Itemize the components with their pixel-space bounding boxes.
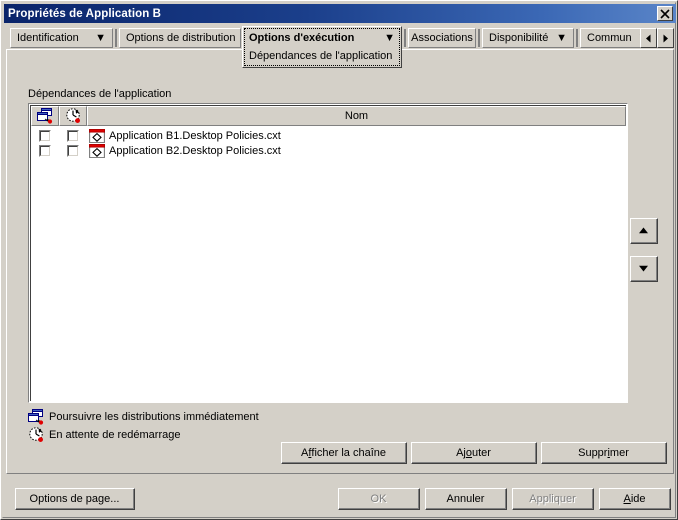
tab-identification-label: Identification (17, 32, 79, 44)
apply-button[interactable]: Appliquer (512, 488, 594, 510)
legend-item-continue-label: Poursuivre les distributions immédiateme… (49, 411, 259, 423)
close-icon (660, 9, 670, 19)
tab-associations[interactable]: Associations (408, 28, 476, 48)
page-options-button-label-post: e... (104, 492, 120, 505)
close-button[interactable] (657, 6, 673, 21)
dependencies-group-label: Dépendances de l'application (28, 88, 172, 100)
application-object-icon (89, 143, 105, 158)
help-button[interactable]: Aide (599, 488, 671, 510)
show-chain-button-label-post: ficher la chaîne (311, 446, 386, 459)
add-button-label-pre: Aj (456, 446, 466, 459)
ok-button[interactable]: OK (338, 488, 420, 510)
column-header-reboot[interactable] (59, 106, 87, 126)
tab-scroll-left-button[interactable] (640, 28, 657, 48)
tab-commun[interactable]: Commun ▼ (580, 28, 649, 48)
tab-options-dexecution-label: Options d'exécution (249, 32, 355, 45)
application-object-icon (89, 128, 105, 143)
row-reboot-cell (59, 129, 87, 142)
table-row[interactable]: Application B1.Desktop Policies.cxt (31, 128, 626, 143)
legend-item-reboot: En attente de redémarrage (28, 427, 180, 443)
tab-separator-1 (115, 29, 117, 47)
page-options-button-label-pre: Options de pa (29, 492, 99, 505)
window-title: Propriétés de Application B (8, 7, 162, 20)
wait-for-reboot-icon (65, 108, 80, 123)
list-header-row: Nom (31, 106, 626, 126)
tab-options-dexecution-inner: Options d'exécution ▼ Dépendances de l'a… (244, 28, 400, 66)
row-continue-checkbox[interactable] (39, 144, 51, 157)
cancel-button[interactable]: Annuler (425, 488, 507, 510)
column-header-nom[interactable]: Nom (87, 106, 626, 126)
move-down-button[interactable] (630, 256, 658, 282)
show-chain-button[interactable]: Af ficher la chaîne (281, 442, 407, 464)
help-button-mnemonic: A (623, 492, 631, 505)
apply-button-label: Appliquer (529, 492, 576, 505)
continue-distribution-icon (36, 108, 52, 124)
show-chain-button-label-pre: A (300, 446, 309, 459)
column-header-nom-label: Nom (344, 110, 369, 122)
cancel-button-label: Annuler (446, 492, 485, 505)
legend-item-continue: Poursuivre les distributions immédiateme… (28, 409, 259, 425)
tab-disponibilite[interactable]: Disponibilité ▼ (482, 28, 574, 48)
tab-options-de-distribution[interactable]: Options de distribution ▼ (119, 28, 252, 48)
tab-options-dexecution[interactable]: Options d'exécution ▼ Dépendances de l'a… (242, 26, 402, 68)
tab-identification[interactable]: Identification ▼ (10, 28, 113, 48)
tab-associations-label: Associations (411, 32, 473, 44)
ok-button-label: OK (370, 492, 387, 505)
title-bar[interactable]: Propriétés de Application B (4, 4, 676, 23)
row-reboot-cell (59, 144, 87, 157)
row-reboot-checkbox[interactable] (67, 129, 79, 142)
row-continue-checkbox[interactable] (39, 129, 51, 142)
tab-scroll-right-button[interactable] (657, 28, 674, 48)
tab-options-dexecution-subtab[interactable]: Dépendances de l'application (245, 47, 399, 65)
dependencies-list[interactable]: Nom Application B1.Desktop Policies.cxt … (28, 103, 628, 403)
wait-for-reboot-icon (29, 427, 43, 442)
page-options-button[interactable]: Options de pa g e... (15, 488, 135, 510)
row-continue-cell (31, 129, 59, 142)
dependencies-list-inner: Nom Application B1.Desktop Policies.cxt … (30, 105, 626, 401)
help-button-label-post: ide (630, 492, 646, 505)
tab-strip: Identification ▼ Options de distribution… (6, 26, 674, 68)
chevron-down-icon: ▼ (384, 32, 395, 45)
move-up-icon (639, 227, 648, 234)
column-header-continue[interactable] (31, 106, 59, 126)
delete-button[interactable]: Suppr i mer (541, 442, 667, 464)
tab-options-de-distribution-label: Options de distribution (126, 32, 236, 44)
add-button[interactable]: Aj o uter (411, 442, 537, 464)
tab-content-panel: Dépendances de l'application Nom Applica… (6, 49, 674, 474)
scroll-left-icon (646, 34, 651, 42)
tab-separator-3 (478, 29, 480, 47)
move-up-button[interactable] (630, 218, 658, 244)
chevron-down-icon: ▼ (556, 32, 567, 44)
row-continue-cell (31, 144, 59, 157)
properties-dialog-window: Propriétés de Application B Identificati… (0, 0, 678, 520)
legend-item-reboot-label: En attente de redémarrage (49, 429, 181, 441)
row-name-label: Application B1.Desktop Policies.cxt (109, 129, 281, 142)
delete-button-label-pre: Suppr (578, 446, 608, 459)
tab-commun-label: Commun (587, 32, 632, 44)
dialog-button-bar: Options de pa g e... OK Annuler Appliquer … (6, 479, 674, 515)
table-row[interactable]: Application B2.Desktop Policies.cxt (31, 143, 626, 158)
tab-separator-4 (576, 29, 578, 47)
continue-distribution-icon (28, 409, 44, 425)
delete-button-label-post: mer (609, 446, 629, 459)
tab-separator-2 (404, 29, 406, 47)
tab-disponibilite-label: Disponibilité (489, 32, 549, 44)
tab-options-dexecution-sublabel: Dépendances de l'application (249, 50, 393, 63)
move-down-icon (639, 265, 648, 272)
tab-options-dexecution-header: Options d'exécution ▼ (245, 29, 399, 47)
chevron-down-icon: ▼ (95, 32, 106, 44)
add-button-label-post: uter (471, 446, 491, 459)
row-name-label: Application B2.Desktop Policies.cxt (109, 144, 281, 157)
scroll-right-icon (663, 34, 668, 42)
row-reboot-checkbox[interactable] (67, 144, 79, 157)
